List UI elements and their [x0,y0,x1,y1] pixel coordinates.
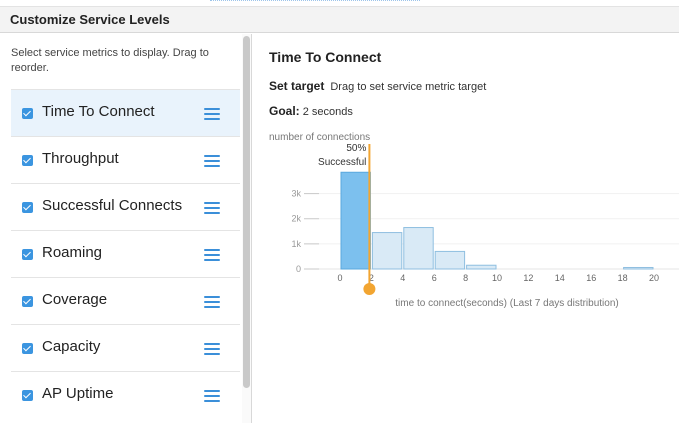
top-divider [210,0,420,3]
metric-item-time-to-connect[interactable]: Time To Connect [11,89,240,136]
dialog-title: Customize Service Levels [10,12,170,27]
scrollbar-thumb[interactable] [243,36,250,388]
x-tick-label: 0 [337,273,342,283]
metric-label: Roaming [42,244,103,261]
x-tick-label: 6 [432,273,437,283]
checkbox[interactable] [22,249,33,260]
drag-handle-icon[interactable] [204,202,220,214]
x-tick-label: 10 [492,273,502,283]
metric-label: AP Uptime [42,385,114,402]
x-axis-label: time to connect(seconds) (Last 7 days di… [395,298,618,309]
histogram-bar [371,232,403,270]
checkbox[interactable] [22,202,33,213]
target-percent-label: 50% [346,143,366,154]
histogram-bar [403,227,434,270]
histogram-bar [434,250,466,270]
metric-item-coverage[interactable]: Coverage [11,277,240,324]
scrollbar[interactable] [242,34,251,423]
x-tick-label: 14 [555,273,565,283]
metric-list: Time To Connect Throughput Successful Co… [11,89,240,418]
histogram-bar [340,171,371,270]
drag-handle-icon[interactable] [204,343,220,355]
y-tick-label: 1k [291,239,301,249]
target-drag-handle[interactable] [363,283,376,295]
drag-handle-icon[interactable] [204,296,220,308]
metric-item-roaming[interactable]: Roaming [11,230,240,277]
metric-label: Time To Connect [42,103,155,120]
histogram-bar [623,266,654,270]
y-tick-label: 0 [296,264,301,274]
x-tick-label: 16 [586,273,596,283]
y-axis-label: number of connections [269,132,370,143]
drag-handle-icon[interactable] [204,155,220,167]
x-tick-label: 8 [463,273,468,283]
metric-list-panel: Select service metrics to display. Drag … [0,34,252,423]
checkbox[interactable] [22,155,33,166]
x-tick-label: 18 [618,273,628,283]
dialog-header: Customize Service Levels [0,6,679,33]
x-tick-label: 12 [523,273,533,283]
instructions-text: Select service metrics to display. Drag … [11,47,209,74]
metric-label: Throughput [42,150,119,167]
y-tick-label: 2k [291,214,301,224]
checkbox[interactable] [22,390,33,401]
checkbox[interactable] [22,108,33,119]
metric-label: Capacity [42,338,101,355]
checkbox[interactable] [22,343,33,354]
histogram-chart: number of connections01k2k3k0 2 4 6 8 10 12 14 1… [269,132,679,309]
metric-item-capacity[interactable]: Capacity [11,324,240,371]
metric-label: Successful Connects [42,197,183,214]
metric-item-ap-uptime[interactable]: AP Uptime [11,371,240,418]
target-status-label: Successful [318,157,366,168]
y-tick-label: 3k [291,189,301,199]
x-tick-label: 4 [400,273,405,283]
histogram-bar [466,264,497,270]
drag-handle-icon[interactable] [204,108,220,120]
drag-handle-icon[interactable] [204,390,220,402]
x-tick-label: 20 [649,273,659,283]
checkbox[interactable] [22,296,33,307]
drag-handle-icon[interactable] [204,249,220,261]
metric-item-throughput[interactable]: Throughput [11,136,240,183]
metric-item-successful-connects[interactable]: Successful Connects [11,183,240,230]
metric-label: Coverage [42,291,108,308]
